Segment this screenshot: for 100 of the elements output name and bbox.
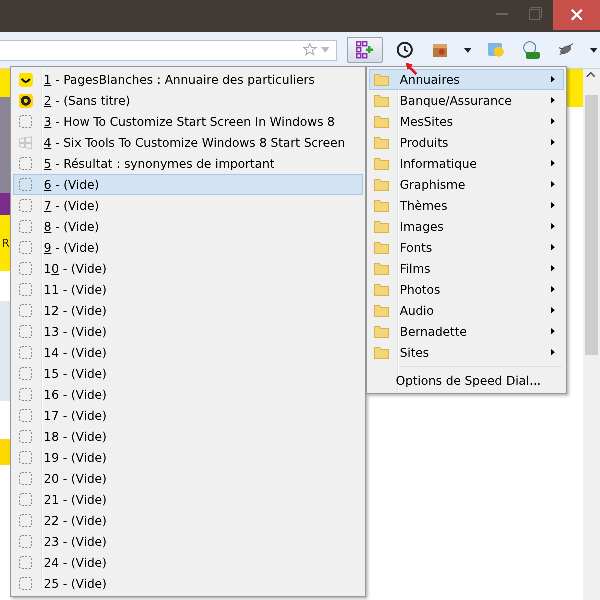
menu-item[interactable]: 5 - Résultat : synonymes de important: [13, 153, 363, 174]
menu-item[interactable]: Photos: [369, 279, 564, 300]
submenu-arrow-icon: [551, 118, 555, 125]
menu-item[interactable]: 2 - (Sans titre): [13, 90, 363, 111]
blank-page-icon: [18, 240, 34, 256]
blank-page-icon: [18, 492, 34, 508]
menu-item[interactable]: 3 - How To Customize Start Screen In Windows 8: [13, 111, 363, 132]
menu-item[interactable]: Informatique: [369, 153, 564, 174]
blank-page-icon: [18, 260, 34, 276]
blank-page-icon: [18, 534, 34, 550]
blank-page-icon: [18, 218, 34, 234]
menu-item[interactable]: 20 - (Vide): [13, 468, 363, 489]
menu-item[interactable]: 10 - (Vide): [13, 258, 363, 279]
submenu-arrow-icon: [551, 139, 555, 146]
menu-item[interactable]: Thèmes: [369, 195, 564, 216]
menu-item[interactable]: 14 - (Vide): [13, 342, 363, 363]
speed-dial-button[interactable]: [347, 37, 383, 63]
blank-page-icon: [18, 344, 34, 360]
submenu-arrow-icon: [551, 160, 555, 167]
menu-item[interactable]: Sites: [369, 342, 564, 363]
menu-item[interactable]: 16 - (Vide): [13, 384, 363, 405]
menu-item[interactable]: 13 - (Vide): [13, 321, 363, 342]
submenu-arrow-icon: [551, 181, 555, 188]
submenu-arrow-icon: [551, 307, 555, 314]
windows-icon: [18, 134, 34, 150]
folder-icon: [374, 92, 390, 108]
grid-plus-icon: [356, 41, 374, 59]
menu-item[interactable]: 22 - (Vide): [13, 510, 363, 531]
blank-page-icon: [18, 408, 34, 424]
menu-item[interactable]: Banque/Assurance: [369, 90, 564, 111]
address-field[interactable]: [0, 40, 337, 60]
folder-icon: [374, 344, 390, 360]
menu-item[interactable]: Bernadette: [369, 321, 564, 342]
menu-item[interactable]: 8 - (Vide): [13, 216, 363, 237]
folder-icon: [374, 114, 390, 130]
submenu-arrow-icon: [551, 265, 555, 272]
folder-icon: [374, 282, 390, 298]
star-icon[interactable]: [303, 43, 317, 57]
menu-item[interactable]: Films: [369, 258, 564, 279]
pointer-arrow: [405, 62, 418, 75]
submenu-arrow-icon: [551, 76, 555, 83]
page-banner: [566, 69, 583, 107]
menu-item[interactable]: 6 - (Vide): [13, 174, 363, 195]
blank-page-icon: [18, 302, 34, 318]
blank-page-icon: [18, 324, 34, 340]
menu-item[interactable]: 7 - (Vide): [13, 195, 363, 216]
folder-icon: [374, 134, 390, 150]
submenu-arrow-icon: [551, 223, 555, 230]
menu-item[interactable]: 12 - (Vide): [13, 300, 363, 321]
menu-item[interactable]: Options de Speed Dial...: [369, 370, 564, 391]
folder-icon: [374, 260, 390, 276]
blank-page-icon: [18, 156, 34, 172]
folder-icon: [374, 240, 390, 256]
submenu-arrow-icon: [551, 286, 555, 293]
submenu-arrow-icon: [551, 349, 555, 356]
smiley-icon: [18, 72, 34, 88]
menu-item[interactable]: 17 - (Vide): [13, 405, 363, 426]
folder-icon: [374, 324, 390, 340]
blank-page-icon: [18, 282, 34, 298]
menu-item[interactable]: Fonts: [369, 237, 564, 258]
menu-item[interactable]: Annuaires: [369, 69, 564, 90]
blank-page-icon: [18, 428, 34, 444]
submenu-arrow-icon: [551, 328, 555, 335]
menu-item[interactable]: 15 - (Vide): [13, 363, 363, 384]
folder-icon: [374, 218, 390, 234]
menu-item[interactable]: 19 - (Vide): [13, 447, 363, 468]
folder-icon: [374, 198, 390, 214]
menu-item[interactable]: Audio: [369, 300, 564, 321]
page-text: R: [1, 236, 10, 250]
menu-item[interactable]: 9 - (Vide): [13, 237, 363, 258]
coin-icon: [18, 92, 34, 108]
blank-page-icon: [18, 554, 34, 570]
blank-page-icon: [18, 198, 34, 214]
menu-item[interactable]: Graphisme: [369, 174, 564, 195]
close-icon: [570, 9, 582, 21]
menu-item[interactable]: Images: [369, 216, 564, 237]
blank-page-icon: [18, 114, 34, 130]
restore-icon[interactable]: [529, 7, 543, 21]
blank-page-icon: [18, 386, 34, 402]
blank-page-icon: [18, 366, 34, 382]
folder-icon: [374, 176, 390, 192]
menu-item[interactable]: 24 - (Vide): [13, 552, 363, 573]
scrollbar-thumb[interactable]: [585, 95, 598, 355]
menu-item[interactable]: 25 - (Vide): [13, 573, 363, 594]
menu-item[interactable]: 21 - (Vide): [13, 489, 363, 510]
menu-item[interactable]: MesSites: [369, 111, 564, 132]
folder-icon: [374, 72, 390, 88]
scroll-up-icon[interactable]: [586, 72, 596, 78]
blank-page-icon: [18, 450, 34, 466]
menu-item[interactable]: 23 - (Vide): [13, 531, 363, 552]
submenu-arrow-icon: [551, 202, 555, 209]
blank-page-icon: [18, 512, 34, 528]
menu-item[interactable]: 11 - (Vide): [13, 279, 363, 300]
menu-item[interactable]: Produits: [369, 132, 564, 153]
folder-icon: [374, 302, 390, 318]
blank-page-icon: [18, 576, 34, 592]
menu-item[interactable]: 1 - PagesBlanches : Annuaire des particuliers: [13, 69, 363, 90]
close-button[interactable]: [553, 0, 600, 30]
menu-item[interactable]: 4 - Six Tools To Customize Windows 8 Start Screen: [13, 132, 363, 153]
menu-item[interactable]: 18 - (Vide): [13, 426, 363, 447]
